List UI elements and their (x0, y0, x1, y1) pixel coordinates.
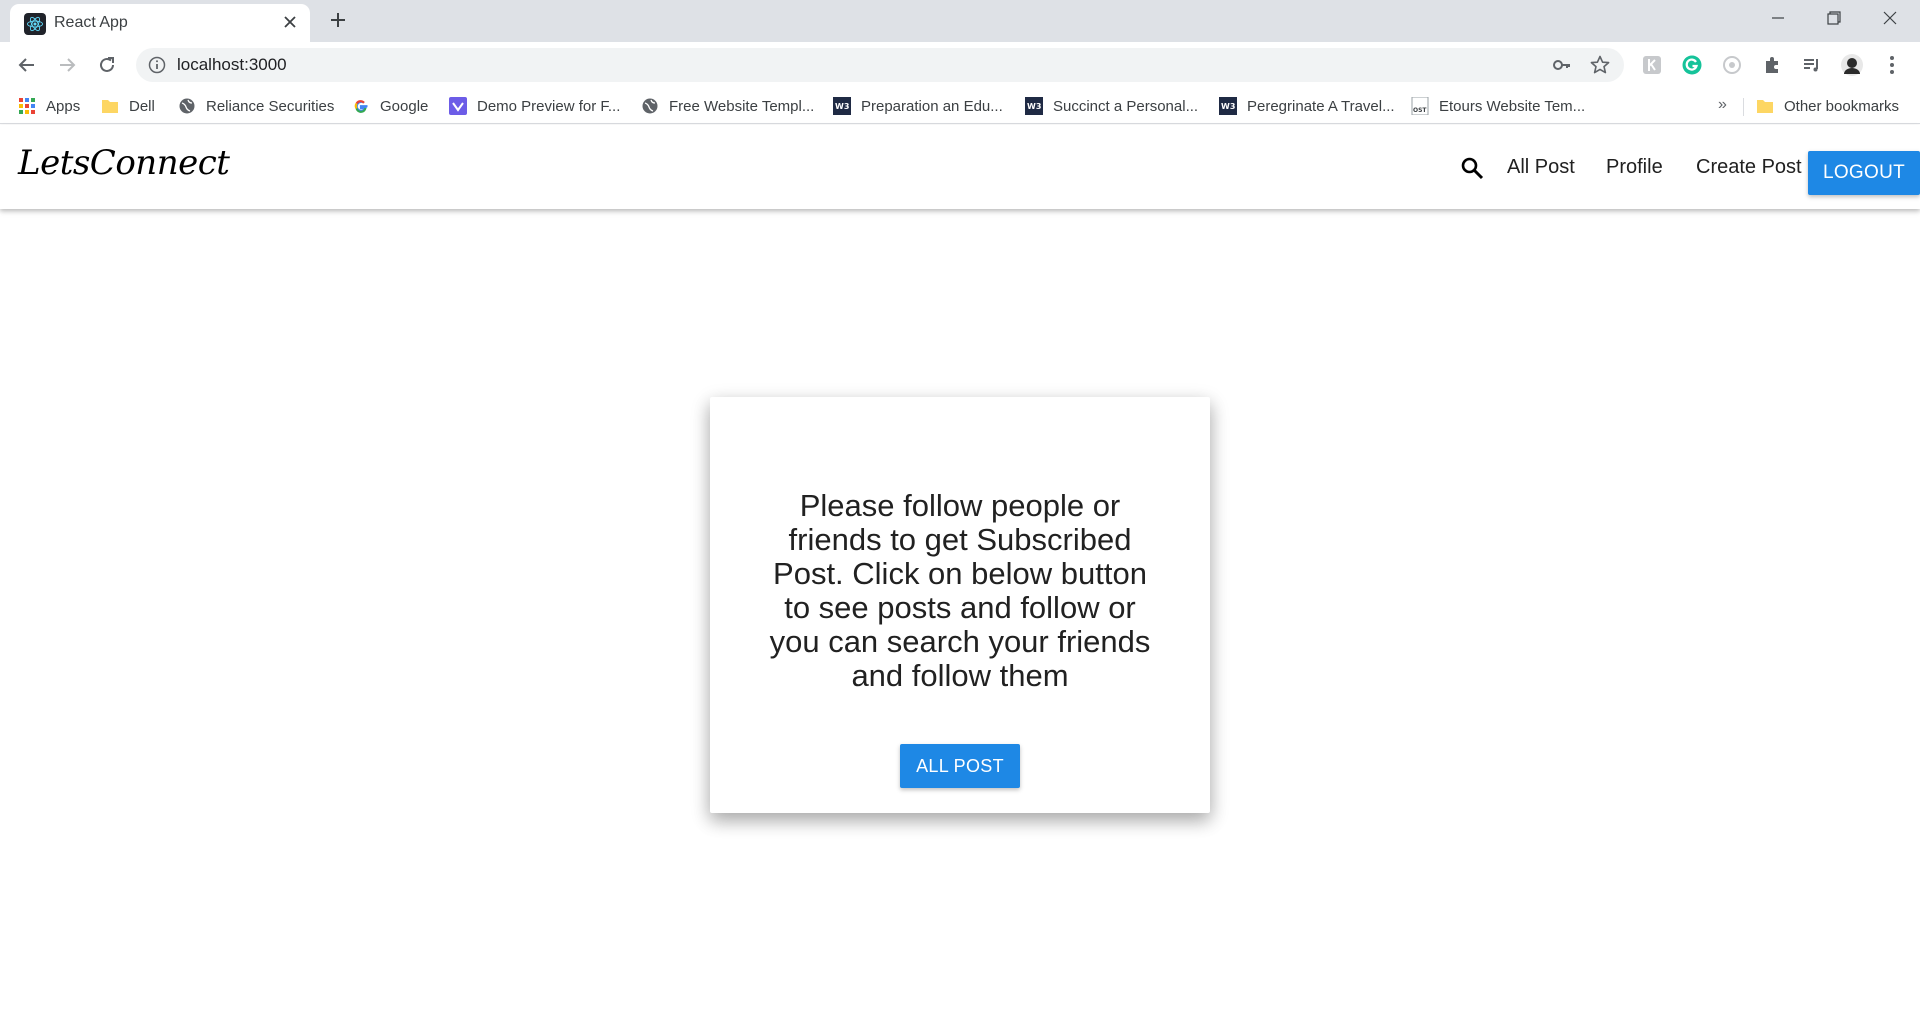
svg-text:OST: OST (1413, 107, 1427, 114)
other-bookmarks[interactable]: Other bookmarks (1756, 94, 1899, 118)
address-bar[interactable]: localhost:3000 (136, 48, 1624, 82)
grammarly-icon[interactable] (1680, 53, 1704, 77)
bookmark-label: Reliance Securities (206, 97, 335, 115)
folder-icon (1756, 97, 1774, 115)
brand-logo[interactable]: LetsConnect (18, 143, 230, 183)
search-icon[interactable] (1459, 155, 1485, 181)
bookmark-preparation[interactable]: W3 Preparation an Edu... (833, 94, 1003, 118)
bookmark-google[interactable]: Google (352, 94, 428, 118)
follow-prompt-card: Please follow people or friends to get S… (710, 397, 1210, 813)
bookmark-reliance-securities[interactable]: Reliance Securities (178, 94, 334, 118)
bookmark-demo-preview[interactable]: Demo Preview for F... (449, 94, 620, 118)
more-bookmarks-chevron[interactable]: » (1718, 96, 1727, 114)
bookmark-label: Preparation an Edu... (861, 97, 1003, 115)
bookmark-label: Peregrinate A Travel... (1247, 97, 1395, 115)
logout-button[interactable]: LOGOUT (1808, 151, 1920, 195)
app-navbar: LetsConnect All Post Profile Create Post… (0, 125, 1920, 209)
bookmark-label: Other bookmarks (1784, 97, 1900, 115)
nav-all-post[interactable]: All Post (1507, 156, 1575, 179)
tab-title: React App (54, 14, 128, 31)
w3-icon: W3 (1219, 97, 1237, 115)
browser-toolbar: localhost:3000 (0, 42, 1920, 88)
profile-avatar-icon[interactable] (1840, 53, 1864, 77)
media-control-icon[interactable] (1800, 53, 1824, 77)
svg-text:W3: W3 (1221, 102, 1235, 111)
bookmark-etours[interactable]: OST Etours Website Tem... (1411, 94, 1585, 118)
bookmark-peregrinate[interactable]: W3 Peregrinate A Travel... (1219, 94, 1395, 118)
puzzle-icon[interactable] (1760, 53, 1784, 77)
bookmark-dell[interactable]: Dell (101, 94, 155, 118)
browser-menu-icon[interactable] (1880, 53, 1904, 77)
minimize-icon[interactable] (1750, 0, 1806, 36)
close-window-icon[interactable] (1862, 0, 1918, 36)
apps-grid-icon (18, 97, 36, 115)
bookmark-label: Apps (46, 97, 81, 115)
site-icon (449, 97, 467, 115)
site-info-icon[interactable] (148, 56, 166, 74)
follow-prompt-message: Please follow people or friends to get S… (769, 488, 1151, 693)
w3-icon: W3 (1025, 97, 1043, 115)
browser-tabstrip: React App (0, 0, 1920, 42)
ost-icon: OST (1411, 97, 1429, 115)
url-text[interactable]: localhost:3000 (177, 55, 287, 75)
w3-icon: W3 (833, 97, 851, 115)
bookmark-free-website[interactable]: Free Website Templ... (641, 94, 814, 118)
bookmark-succinct[interactable]: W3 Succinct a Personal... (1025, 94, 1198, 118)
bookmark-label: Dell (129, 97, 155, 115)
new-tab-icon[interactable] (326, 8, 350, 32)
nav-profile[interactable]: Profile (1606, 156, 1663, 179)
star-icon[interactable] (1590, 55, 1610, 75)
bookmarks-divider (1743, 98, 1744, 116)
bookmark-label: Succinct a Personal... (1053, 97, 1199, 115)
bookmark-apps[interactable]: Apps (18, 94, 80, 118)
nav-create-post[interactable]: Create Post (1696, 156, 1802, 179)
key-icon[interactable] (1552, 55, 1572, 75)
svg-text:W3: W3 (835, 102, 849, 111)
forward-arrow-icon[interactable] (53, 51, 81, 79)
bookmarks-bar: Apps Dell Reliance Securities Google Dem… (0, 88, 1920, 124)
tab-close-icon[interactable] (280, 12, 300, 32)
bookmark-label: Etours Website Tem... (1439, 97, 1586, 115)
folder-icon (101, 97, 119, 115)
bookmark-label: Free Website Templ... (669, 97, 815, 115)
extension-circle-icon[interactable] (1720, 53, 1744, 77)
extension-k-icon[interactable] (1640, 53, 1664, 77)
restore-icon[interactable] (1806, 0, 1862, 36)
bookmark-label: Demo Preview for F... (477, 97, 621, 115)
bookmark-label: Google (380, 97, 429, 115)
browser-tab[interactable]: React App (10, 4, 310, 42)
all-post-button[interactable]: ALL POST (900, 744, 1020, 788)
globe-icon (641, 97, 659, 115)
reload-icon[interactable] (93, 51, 121, 79)
react-favicon-icon (24, 13, 46, 35)
back-arrow-icon[interactable] (13, 51, 41, 79)
globe-icon (178, 97, 196, 115)
google-icon (352, 97, 370, 115)
svg-text:W3: W3 (1027, 102, 1041, 111)
